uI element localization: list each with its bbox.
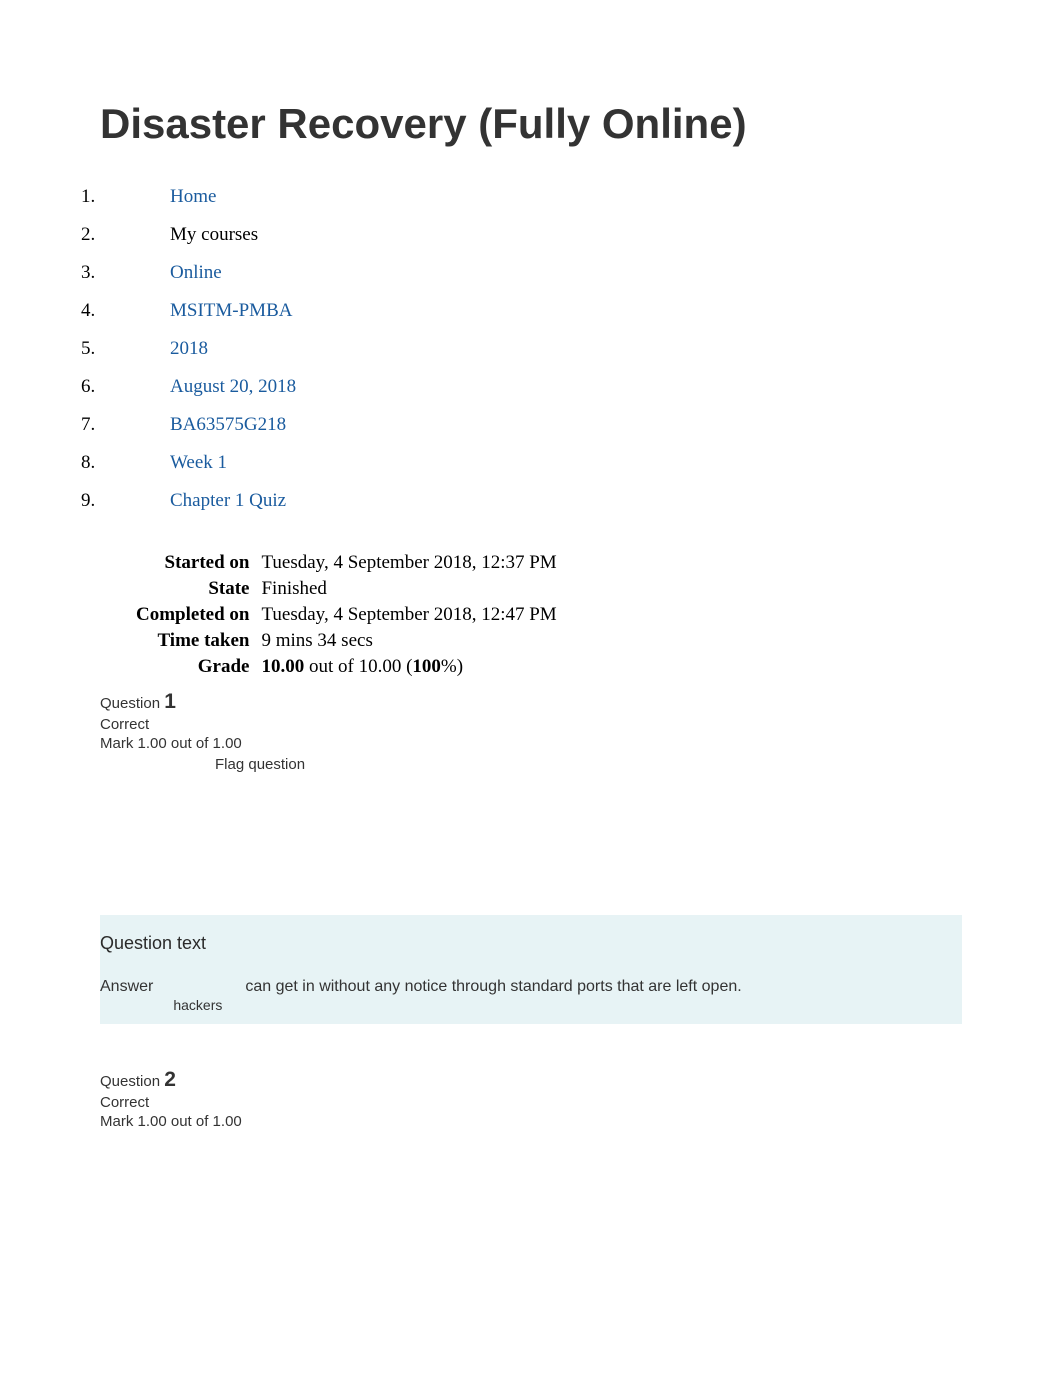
breadcrumb-item: Home (100, 178, 962, 216)
spacer (100, 1034, 962, 1062)
summary-value-grade: 10.00 out of 10.00 (100%) (255, 654, 562, 680)
breadcrumb-link-year[interactable]: 2018 (170, 338, 208, 359)
summary-row-completed: Completed on Tuesday, 4 September 2018, … (130, 602, 563, 628)
breadcrumb-link-online[interactable]: Online (170, 262, 222, 283)
summary-value: Tuesday, 4 September 2018, 12:37 PM (255, 550, 562, 576)
breadcrumb-link-quiz[interactable]: Chapter 1 Quiz (170, 490, 286, 511)
page-title: Disaster Recovery (Fully Online) (100, 100, 962, 148)
answer-row: Answer hackers can get in without any no… (100, 978, 962, 996)
question-status: Correct (100, 716, 962, 733)
question-1: Question 1 Correct Mark 1.00 out of 1.00… (100, 690, 962, 1034)
question-number: Question 2 (100, 1073, 176, 1090)
question-2: Question 2 Correct Mark 1.00 out of 1.00 (100, 1062, 962, 1140)
summary-value: 9 mins 34 secs (255, 628, 562, 654)
summary-label: Started on (130, 550, 255, 576)
question-text-section: Question text Answer hackers can get in … (100, 915, 962, 1024)
summary-label: State (130, 576, 255, 602)
summary-value: Tuesday, 4 September 2018, 12:47 PM (255, 602, 562, 628)
answer-label: Answer (100, 978, 153, 996)
grade-suffix: %) (441, 656, 463, 677)
summary-label: Time taken (130, 628, 255, 654)
grade-score: 10.00 (261, 656, 304, 677)
summary-row-grade: Grade 10.00 out of 10.00 (100%) (130, 654, 563, 680)
summary-label: Completed on (130, 602, 255, 628)
summary-value: Finished (255, 576, 562, 602)
answer-value: hackers (173, 997, 222, 1013)
question-mark: Mark 1.00 out of 1.00 (100, 735, 962, 752)
question-prefix: Question (100, 695, 164, 712)
breadcrumb-item: August 20, 2018 (100, 368, 962, 406)
answer-rest-text: can get in without any notice through st… (245, 978, 741, 996)
question-header: Question 2 Correct Mark 1.00 out of 1.00 (100, 1068, 962, 1130)
summary-row-state: State Finished (130, 576, 563, 602)
breadcrumb-link-week[interactable]: Week 1 (170, 452, 227, 473)
grade-mid: out of 10.00 ( (304, 656, 412, 677)
summary-label: Grade (130, 654, 255, 680)
breadcrumb-link-course[interactable]: BA63575G218 (170, 414, 286, 435)
breadcrumb-item: 2018 (100, 330, 962, 368)
breadcrumb-link-date[interactable]: August 20, 2018 (170, 376, 296, 397)
breadcrumb-item: My courses (100, 216, 962, 254)
question-number: Question 1 (100, 695, 176, 712)
breadcrumb: Home My courses Online MSITM-PMBA 2018 A… (80, 178, 962, 520)
question-number-value: 2 (164, 1068, 176, 1091)
breadcrumb-link-program[interactable]: MSITM-PMBA (170, 300, 292, 321)
summary-row-started: Started on Tuesday, 4 September 2018, 12… (130, 550, 563, 576)
spacer (100, 773, 962, 903)
quiz-summary-table: Started on Tuesday, 4 September 2018, 12… (130, 550, 563, 680)
summary-row-timetaken: Time taken 9 mins 34 secs (130, 628, 563, 654)
question-mark: Mark 1.00 out of 1.00 (100, 1113, 962, 1130)
question-prefix: Question (100, 1073, 164, 1090)
breadcrumb-text-mycourses: My courses (170, 224, 258, 245)
flag-question-link[interactable]: Flag question (215, 756, 962, 773)
question-text-title: Question text (100, 933, 962, 954)
breadcrumb-item: Online (100, 254, 962, 292)
breadcrumb-item: Chapter 1 Quiz (100, 482, 962, 520)
question-number-value: 1 (164, 690, 176, 713)
grade-percent: 100 (412, 656, 441, 677)
question-header: Question 1 Correct Mark 1.00 out of 1.00… (100, 690, 962, 773)
breadcrumb-link-home[interactable]: Home (170, 186, 216, 207)
breadcrumb-item: MSITM-PMBA (100, 292, 962, 330)
breadcrumb-item: BA63575G218 (100, 406, 962, 444)
breadcrumb-item: Week 1 (100, 444, 962, 482)
question-status: Correct (100, 1094, 962, 1111)
